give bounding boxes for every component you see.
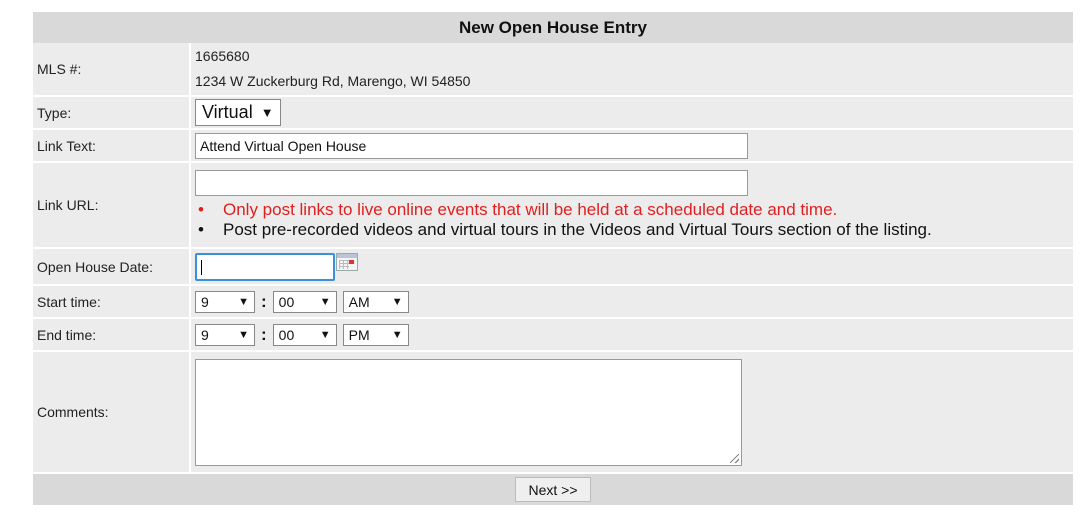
chevron-down-icon: ▼ [238, 295, 249, 308]
link-url-notes: Only post links to live online events th… [195, 200, 1073, 240]
end-time-label: End time: [33, 319, 189, 350]
end-time-row: End time: 9 ▼ : 00 ▼ PM ▼ [33, 319, 1073, 352]
link-text-label: Link Text: [33, 130, 189, 161]
start-minute-value: 00 [278, 293, 295, 310]
end-hour-select[interactable]: 9 ▼ [195, 323, 255, 346]
start-time-row: Start time: 9 ▼ : 00 ▼ AM ▼ [33, 286, 1073, 319]
time-separator: : [261, 324, 267, 344]
type-select[interactable]: Virtual ▼ [195, 99, 281, 126]
time-separator: : [261, 291, 267, 311]
end-minute-value: 00 [278, 326, 295, 343]
end-minute-select[interactable]: 00 ▼ [272, 323, 337, 346]
chevron-down-icon: ▼ [319, 295, 331, 308]
end-ampm-select[interactable]: PM ▼ [342, 323, 409, 346]
open-house-form: New Open House Entry MLS #: 1665680 1234… [33, 12, 1073, 505]
link-text-row: Link Text: Attend Virtual Open House [33, 130, 1073, 163]
mls-label: MLS #: [33, 43, 189, 95]
link-url-label: Link URL: [33, 163, 189, 247]
type-selected-value: Virtual [202, 102, 253, 122]
text-cursor [201, 259, 202, 275]
form-footer: Next >> [33, 474, 1073, 505]
open-house-date-label: Open House Date: [33, 249, 189, 284]
link-url-row: Link URL: Only post links to live online… [33, 163, 1073, 249]
open-house-date-input[interactable] [195, 252, 335, 281]
end-ampm-value: PM [348, 326, 370, 343]
open-house-date-row: Open House Date: [33, 249, 1073, 286]
listing-address: 1234 W Zuckerburg Rd, Marengo, WI 54850 [195, 73, 471, 89]
mls-value: 1665680 1234 W Zuckerburg Rd, Marengo, W… [191, 43, 1073, 95]
mls-number: 1665680 [195, 48, 250, 64]
comments-textarea[interactable] [195, 358, 742, 466]
chevron-down-icon: ▼ [319, 328, 331, 341]
link-url-input[interactable] [195, 170, 748, 196]
chevron-down-icon: ▼ [260, 105, 274, 120]
start-hour-select[interactable]: 9 ▼ [195, 290, 255, 313]
start-time-label: Start time: [33, 286, 189, 317]
comments-row: Comments: [33, 352, 1073, 474]
end-hour-value: 9 [201, 326, 209, 343]
resize-grip-icon[interactable] [730, 453, 739, 463]
chevron-down-icon: ▼ [238, 328, 249, 341]
chevron-down-icon: ▼ [391, 295, 403, 308]
calendar-icon[interactable] [336, 252, 358, 271]
next-button[interactable]: Next >> [515, 477, 591, 502]
comments-label: Comments: [33, 352, 189, 472]
chevron-down-icon: ▼ [391, 328, 403, 341]
type-label: Type: [33, 97, 189, 128]
form-title: New Open House Entry [33, 12, 1073, 43]
link-url-warning: Only post links to live online events th… [195, 200, 1073, 220]
mls-row: MLS #: 1665680 1234 W Zuckerburg Rd, Mar… [33, 43, 1073, 97]
start-ampm-value: AM [348, 293, 370, 310]
start-minute-select[interactable]: 00 ▼ [272, 290, 337, 313]
start-ampm-select[interactable]: AM ▼ [342, 290, 409, 313]
start-hour-value: 9 [201, 293, 209, 310]
link-text-input[interactable]: Attend Virtual Open House [195, 132, 748, 159]
type-row: Type: Virtual ▼ [33, 97, 1073, 130]
link-url-note: Post pre-recorded videos and virtual tou… [195, 220, 1073, 240]
